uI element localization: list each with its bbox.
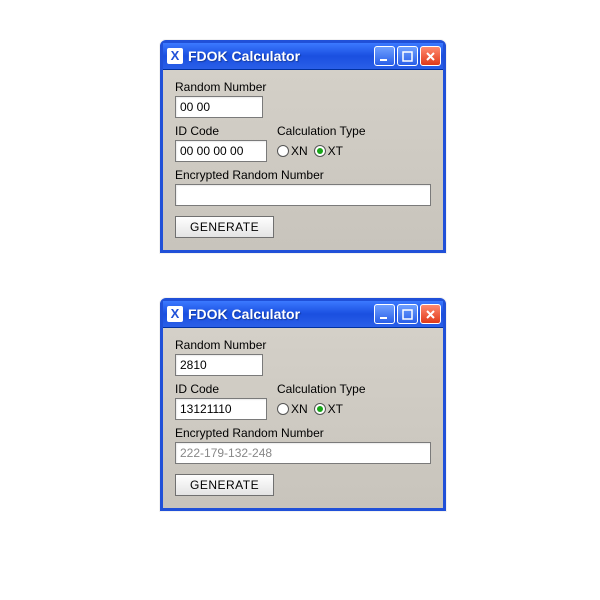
radio-icon (314, 145, 326, 157)
random-number-input[interactable] (175, 96, 263, 118)
id-code-label: ID Code (175, 124, 267, 138)
radio-icon (314, 403, 326, 415)
window: X FDOK Calculator Random Number ID Code (160, 298, 446, 511)
window: X FDOK Calculator Random Number ID Code (160, 40, 446, 253)
app-icon: X (167, 48, 183, 64)
encrypted-output[interactable] (175, 442, 431, 464)
close-button[interactable] (420, 304, 441, 324)
minimize-button[interactable] (374, 46, 395, 66)
calc-type-group: XN XT (277, 140, 366, 162)
id-code-input[interactable] (175, 140, 267, 162)
calc-type-label: Calculation Type (277, 124, 366, 138)
radio-xn[interactable]: XN (277, 402, 308, 416)
client-area: Random Number ID Code Calculation Type X… (163, 70, 443, 250)
window-title: FDOK Calculator (188, 48, 374, 64)
calc-type-label: Calculation Type (277, 382, 366, 396)
radio-xn-label: XN (291, 402, 308, 416)
radio-icon (277, 145, 289, 157)
minimize-button[interactable] (374, 304, 395, 324)
radio-xt[interactable]: XT (314, 144, 343, 158)
close-button[interactable] (420, 46, 441, 66)
maximize-button[interactable] (397, 46, 418, 66)
titlebar[interactable]: X FDOK Calculator (163, 43, 443, 70)
app-icon: X (167, 306, 183, 322)
encrypted-label: Encrypted Random Number (175, 426, 431, 440)
id-code-label: ID Code (175, 382, 267, 396)
radio-xt[interactable]: XT (314, 402, 343, 416)
radio-icon (277, 403, 289, 415)
random-number-label: Random Number (175, 338, 431, 352)
random-number-input[interactable] (175, 354, 263, 376)
encrypted-output[interactable] (175, 184, 431, 206)
encrypted-label: Encrypted Random Number (175, 168, 431, 182)
titlebar[interactable]: X FDOK Calculator (163, 301, 443, 328)
generate-button[interactable]: GENERATE (175, 216, 274, 238)
radio-xt-label: XT (328, 144, 343, 158)
id-code-input[interactable] (175, 398, 267, 420)
radio-xn[interactable]: XN (277, 144, 308, 158)
radio-xn-label: XN (291, 144, 308, 158)
radio-xt-label: XT (328, 402, 343, 416)
calc-type-group: XN XT (277, 398, 366, 420)
window-title: FDOK Calculator (188, 306, 374, 322)
client-area: Random Number ID Code Calculation Type X… (163, 328, 443, 508)
maximize-button[interactable] (397, 304, 418, 324)
generate-button[interactable]: GENERATE (175, 474, 274, 496)
random-number-label: Random Number (175, 80, 431, 94)
